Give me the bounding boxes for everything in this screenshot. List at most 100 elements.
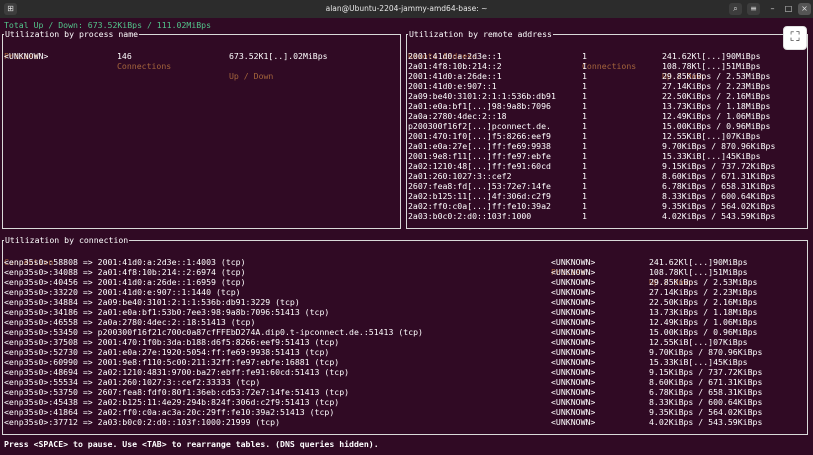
table-cell: <UNKNOWN> bbox=[551, 377, 596, 387]
table-cell: 9.35KiBps / 564.02KiBps bbox=[649, 407, 763, 417]
table-cell: 4.02KiBps / 543.59KiBps bbox=[649, 417, 763, 427]
table-cell: 8.60KiBps / 671.31KiBps bbox=[649, 377, 763, 387]
connection-table-title: Utilization by connection bbox=[4, 235, 130, 245]
table-cell: <UNKNOWN> bbox=[551, 357, 596, 367]
table-cell: 1 bbox=[582, 111, 587, 121]
terminal-area[interactable]: Total Up / Down: 673.52KiBps / 111.02MiB… bbox=[0, 18, 813, 455]
table-cell: <enp35s0>:45438 => 2a02:b125:11:4e29:294… bbox=[4, 397, 340, 407]
table-row: <enp35s0>:37712 => 2a03:b0c0:2:d0::103f:… bbox=[3, 417, 807, 427]
search-icon[interactable]: ⌕ bbox=[729, 3, 742, 15]
table-cell: 1 bbox=[582, 171, 587, 181]
table-row: 2a01:260:1027:3::cef2 1 8.60KiBps / 671.31… bbox=[407, 171, 807, 181]
table-cell: <enp35s0>:55534 => 2a01:260:1027:3::cef2… bbox=[4, 377, 261, 387]
table-cell: 1 bbox=[582, 71, 587, 81]
remote-address-table: Utilization by remote address Remote Add… bbox=[406, 29, 808, 229]
table-row: 2001:9e8:f11[...]ff:fe97:ebfe 1 15.33KiB[.… bbox=[407, 151, 807, 161]
table-cell: 9.15KiBps / 737.72KiBps bbox=[649, 367, 763, 377]
table-row: <enp35s0>:45438 => 2a02:b125:11:4e29:294… bbox=[3, 397, 807, 407]
table-cell: 2a03:b0c0:2:d0::103f:1000 bbox=[408, 211, 532, 221]
table-row: p200300f16f2[...]pconnect.de. 1 15.00KiBps… bbox=[407, 121, 807, 131]
table-cell: 22.50KiBps / 2.16MiBps bbox=[662, 91, 771, 101]
table-cell: 8.60KiBps / 671.31KiBps bbox=[662, 171, 776, 181]
table-cell: <UNKNOWN> bbox=[551, 337, 596, 347]
close-icon[interactable]: × bbox=[798, 3, 811, 15]
maximize-icon[interactable]: □ bbox=[782, 3, 795, 15]
table-cell: 1 bbox=[582, 131, 587, 141]
table-cell: <enp35s0>:34186 => 2a01:e0a:bf1:53b0:7ee… bbox=[4, 307, 330, 317]
table-row: <enp35s0>:33220 => 2001:41d0:e:907::1:14… bbox=[3, 287, 807, 297]
table-cell: 6.78KiBps / 658.31KiBps bbox=[662, 181, 776, 191]
table-cell: 27.14KiBps / 2.23MiBps bbox=[662, 81, 771, 91]
table-cell: 1 bbox=[582, 81, 587, 91]
table-cell: 2001:41d0:e:907::1 bbox=[408, 81, 497, 91]
table-cell: 1 bbox=[582, 61, 587, 71]
table-cell: <UNKNOWN> bbox=[551, 267, 596, 277]
table-cell: <UNKNOWN> bbox=[551, 317, 596, 327]
table-row: <enp35s0>:41864 => 2a02:ff0:c0a:ac3a:20c… bbox=[3, 407, 807, 417]
table-cell: 13.73KiBps / 1.18MiBps bbox=[649, 307, 758, 317]
table-row: 2a01:e0a:bf1[...]98:9a8b:7096 1 13.73KiBps… bbox=[407, 101, 807, 111]
table-cell: 2607:fea8:fd[...]53:72e7:14fe bbox=[408, 181, 551, 191]
table-cell: 9.70KiBps / 870.96KiBps bbox=[649, 347, 763, 357]
table-cell: <enp35s0>:37712 => 2a03:b0c0:2:d0::103f:… bbox=[4, 417, 281, 427]
help-footer: Press <SPACE> to pause. Use <TAB> to rea… bbox=[4, 439, 379, 449]
table-row: <enp35s0>:53450 => p200300f16f21c700c0a8… bbox=[3, 327, 807, 337]
table-cell: 29.85KiBps / 2.53MiBps bbox=[662, 71, 771, 81]
table-cell: <enp35s0>:40456 => 2001:41d0:a:26de::1:6… bbox=[4, 277, 246, 287]
table-cell: 673.52K1[..].02MiBps bbox=[229, 51, 328, 61]
table-cell: <enp35s0>:52730 => 2a01:e0a:27e:1920:505… bbox=[4, 347, 330, 357]
menu-icon[interactable]: ≡ bbox=[747, 3, 760, 15]
table-row: 2607:fea8:fd[...]53:72e7:14fe 1 6.78KiBps … bbox=[407, 181, 807, 191]
table-row: 2a03:b0c0:2:d0::103f:1000 1 4.02KiBps / 54… bbox=[407, 211, 807, 221]
table-row: 2001:41d0:a:26de::1 1 29.85KiBps / 2.53MiB… bbox=[407, 71, 807, 81]
table-row: 2a01:e0a:27e[...]ff:fe69:9938 1 9.70KiBps … bbox=[407, 141, 807, 151]
table-row: 2a02:b125:11[...]4f:306d:c2f9 1 8.33KiBps … bbox=[407, 191, 807, 201]
table-cell: 12.55KiB[...]07KiBps bbox=[662, 131, 761, 141]
table-cell: 108.78Kl[...]51MiBps bbox=[649, 267, 748, 277]
table-row: <enp35s0>:34088 => 2a01:4f8:10b:214::2:6… bbox=[3, 267, 807, 277]
table-row: 2a09:be40:3101:2:1:1:536b:db91 1 22.50KiBp… bbox=[407, 91, 807, 101]
table-cell: <UNKNOWN> bbox=[551, 407, 596, 417]
table-cell: <UNKNOWN> bbox=[551, 387, 596, 397]
table-cell: 15.00KiBps / 0.96MiBps bbox=[649, 327, 758, 337]
table-cell: 27.14KiBps / 2.23MiBps bbox=[649, 287, 758, 297]
table-cell: 2a01:260:1027:3::cef2 bbox=[408, 171, 512, 181]
table-cell: 8.33KiBps / 600.64KiBps bbox=[649, 397, 763, 407]
connection-table: Utilization by connection Connection Pro… bbox=[2, 235, 808, 435]
table-row: <enp35s0>:52730 => 2a01:e0a:27e:1920:505… bbox=[3, 347, 807, 357]
process-table-header: Process Connections Up / Down bbox=[3, 41, 400, 81]
table-cell: 1 bbox=[582, 181, 587, 191]
table-cell: <UNKNOWN> bbox=[551, 277, 596, 287]
table-cell: 1 bbox=[582, 101, 587, 111]
table-cell: 4.02KiBps / 543.59KiBps bbox=[662, 211, 776, 221]
table-cell: 1 bbox=[582, 91, 587, 101]
table-cell: 2a02:1210:48[...]ff:fe91:60cd bbox=[408, 161, 551, 171]
table-cell: <enp35s0>:41864 => 2a02:ff0:c0a:ac3a:20c… bbox=[4, 407, 335, 417]
remote-table-header: Remote Address Connections Up / Down bbox=[407, 41, 807, 81]
table-cell: 1 bbox=[582, 191, 587, 201]
table-row: <enp35s0>:48694 => 2a02:1210:4831:9700:b… bbox=[3, 367, 807, 377]
table-cell: 241.62Kl[...]90MiBps bbox=[662, 51, 761, 61]
header-up-down: Up / Down bbox=[229, 71, 274, 81]
table-cell: 2a09:be40:3101:2:1:1:536b:db91 bbox=[408, 91, 556, 101]
window-titlebar: ⊞ alan@Ubuntu-2204-jammy-amd64-base: ~ ⌕… bbox=[0, 0, 813, 18]
table-cell: 12.49KiBps / 1.06MiBps bbox=[662, 111, 771, 121]
minimize-icon[interactable]: – bbox=[766, 3, 779, 15]
table-cell: 2a01:e0a:bf1[...]98:9a8b:7096 bbox=[408, 101, 551, 111]
table-cell: 2001:41d0:a:26de::1 bbox=[408, 71, 502, 81]
table-cell: 1 bbox=[582, 141, 587, 151]
table-cell: <enp35s0>:58808 => 2001:41d0:a:2d3e::1:4… bbox=[4, 257, 246, 267]
process-table: Utilization by process name Process Conn… bbox=[2, 29, 401, 229]
table-cell: 2a01:4f8:10b:214::2 bbox=[408, 61, 502, 71]
table-cell: <enp35s0>:46558 => 2a0a:2780:4dec:2::18:… bbox=[4, 317, 256, 327]
table-cell: 15.33KiB[...]45KiBps bbox=[662, 151, 761, 161]
table-cell: <enp35s0>:60990 => 2001:9e8:f110:5c00:21… bbox=[4, 357, 340, 367]
table-cell: 1 bbox=[582, 161, 587, 171]
table-cell: <enp35s0>:53750 => 2607:fea8:fdf0:80f1:3… bbox=[4, 387, 350, 397]
table-cell: 2a02:ff0:c0a[...]ff:fe10:39a2 bbox=[408, 201, 551, 211]
table-cell: <UNKNOWN> bbox=[551, 307, 596, 317]
table-cell: <UNKNOWN> bbox=[551, 347, 596, 357]
table-cell: p200300f16f2[...]pconnect.de. bbox=[408, 121, 551, 131]
expand-icon[interactable]: ⛶ bbox=[783, 26, 807, 50]
table-row: 2a01:4f8:10b:214::2 1 108.78Kl[...]51MiBps bbox=[407, 61, 807, 71]
